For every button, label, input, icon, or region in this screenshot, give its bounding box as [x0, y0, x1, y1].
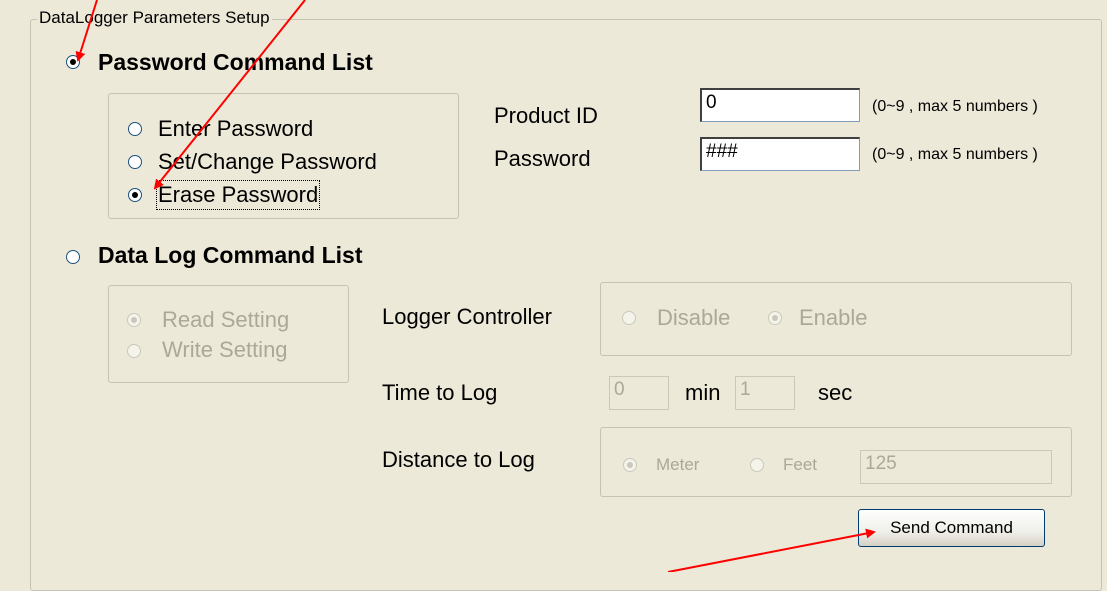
distance-meter-label[interactable]: Meter — [656, 455, 699, 475]
setup-groupbox-title: DataLogger Parameters Setup — [37, 8, 272, 28]
write-setting-radio[interactable] — [127, 344, 141, 358]
logger-disable-radio[interactable] — [622, 311, 636, 325]
password-command-heading[interactable]: Password Command List — [98, 49, 373, 76]
enter-password-radio[interactable] — [128, 122, 142, 136]
data-log-command-heading[interactable]: Data Log Command List — [98, 242, 363, 269]
distance-feet-radio[interactable] — [750, 458, 764, 472]
set-change-password-label[interactable]: Set/Change Password — [158, 149, 377, 175]
password-label: Password — [494, 146, 591, 171]
enter-password-label[interactable]: Enter Password — [158, 116, 313, 142]
set-change-password-radio[interactable] — [128, 155, 142, 169]
time-to-log-label: Time to Log — [382, 380, 498, 405]
time-min-unit: min — [685, 380, 721, 405]
password-input[interactable]: ### — [700, 137, 860, 171]
distance-value-input[interactable]: 125 — [860, 450, 1052, 484]
product-id-label: Product ID — [494, 103, 598, 128]
time-sec-input[interactable]: 1 — [735, 376, 795, 410]
write-setting-label[interactable]: Write Setting — [162, 337, 288, 363]
logger-disable-label[interactable]: Disable — [657, 305, 730, 331]
erase-password-label[interactable]: Erase Password — [155, 180, 321, 210]
data-log-options-box — [108, 285, 349, 383]
distance-feet-label[interactable]: Feet — [783, 455, 817, 475]
logger-enable-label[interactable]: Enable — [799, 305, 868, 331]
erase-password-radio[interactable] — [128, 188, 142, 202]
logger-controller-label: Logger Controller — [382, 304, 552, 329]
read-setting-radio[interactable] — [127, 313, 141, 327]
time-sec-unit: sec — [818, 380, 853, 405]
data-log-command-radio[interactable] — [66, 250, 80, 264]
read-setting-label[interactable]: Read Setting — [162, 307, 289, 333]
distance-to-log-label: Distance to Log — [382, 447, 535, 472]
password-command-radio[interactable] — [66, 55, 80, 69]
product-id-input[interactable]: 0 — [700, 88, 860, 122]
distance-meter-radio[interactable] — [623, 458, 637, 472]
send-command-button[interactable]: Send Command — [858, 509, 1045, 547]
time-min-input[interactable]: 0 — [609, 376, 669, 410]
logger-enable-radio[interactable] — [768, 311, 782, 325]
product-id-hint: (0~9 , max 5 numbers ) — [872, 98, 1038, 115]
password-hint: (0~9 , max 5 numbers ) — [872, 146, 1038, 163]
